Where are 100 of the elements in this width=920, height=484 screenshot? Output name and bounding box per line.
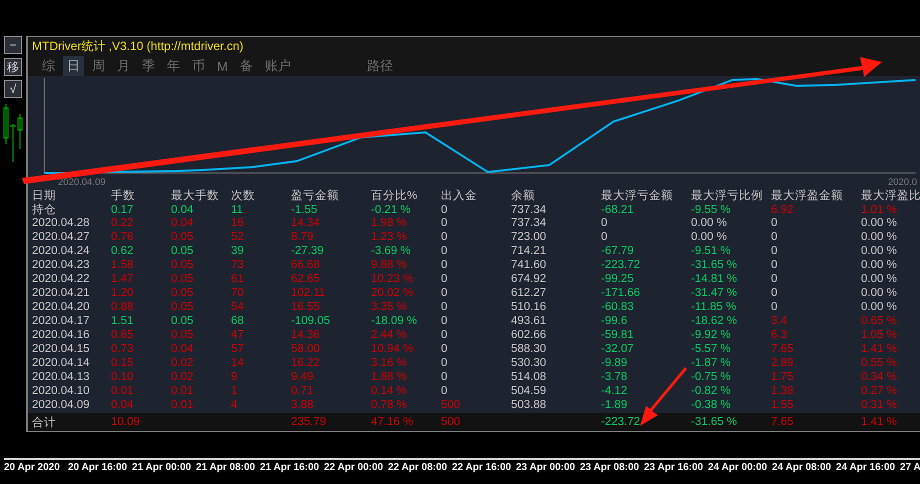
table-cell-text: 0	[441, 245, 448, 257]
table-cell-text: 0	[771, 231, 778, 243]
tab[interactable]: M	[213, 58, 232, 74]
table-cell-text: 58.00	[291, 343, 321, 355]
column-header: 余额	[511, 188, 536, 203]
tab[interactable]: 综	[38, 56, 59, 76]
side-button[interactable]: 移	[4, 58, 22, 76]
table-cell-text: -1.89	[601, 399, 628, 411]
tab[interactable]: 月	[113, 56, 134, 76]
table-cell-text: 0	[441, 287, 448, 299]
table-cell-text: -1.87 %	[691, 357, 732, 369]
table-cell-text: 1.01 %	[861, 204, 898, 216]
table-cell-text: 0.04	[171, 217, 194, 229]
table-cell-text: 503.88	[511, 399, 548, 411]
table-cell-text: 0.10	[111, 371, 134, 383]
table-cell-text: -32.07	[601, 343, 635, 355]
table-cell-text: 0.65 %	[861, 315, 898, 327]
tab[interactable]: 币	[188, 56, 209, 76]
table-cell-text: 0.00 %	[861, 287, 898, 299]
table-cell-text: -31.47 %	[691, 287, 738, 299]
table-cell-text: 1.98 %	[371, 217, 408, 229]
table-cell-text: 70	[231, 287, 245, 299]
table-cell-text: 0	[441, 329, 448, 341]
table-cell-text: 102.11	[291, 287, 326, 299]
table-cell-text: -0.75 %	[691, 371, 732, 383]
table-cell-text: 39	[231, 245, 245, 257]
table-cell-text: 0.88	[111, 301, 134, 313]
table-cell-text: 68	[231, 315, 245, 327]
table-cell-text: 9	[231, 371, 238, 383]
table-cell-text: 1.58	[111, 259, 134, 271]
table-cell-text: 1	[231, 385, 238, 397]
table-cell-text: -18.09 %	[371, 315, 418, 327]
table-cell-text: 0.05	[171, 259, 194, 271]
table-cell-text: 0.05	[171, 273, 194, 285]
column-header: 次数	[231, 188, 256, 203]
tab[interactable]: 账户	[260, 56, 295, 76]
table-cell-text: 588.30	[511, 343, 548, 355]
tab[interactable]: 周	[88, 56, 109, 76]
table-cell-text: 20.02 %	[371, 287, 414, 299]
table-cell-text: -14.81 %	[691, 273, 738, 285]
time-label: 21 Apr 08:00	[196, 462, 256, 475]
table-cell-text: 0.00 %	[691, 231, 728, 243]
column-header: 日期	[32, 188, 57, 203]
tab[interactable]: 路径	[362, 56, 397, 76]
table-cell-text: 741.60	[511, 259, 548, 271]
table-cell-text: -0.21 %	[371, 204, 412, 216]
table-cell-text: 57	[231, 343, 245, 355]
table-cell-text: 0	[771, 273, 778, 285]
table-cell-text: 0.00 %	[861, 273, 898, 285]
tab[interactable]: 年	[163, 56, 184, 76]
table-cell-text: -9.92 %	[691, 329, 732, 341]
table-cell-text: 0.05	[171, 315, 194, 327]
total-cell-text: 1.41 %	[861, 416, 898, 428]
table-cell-text: 9.88 %	[371, 259, 408, 271]
table-cell-text: 3.4	[771, 315, 788, 327]
time-label: 22 Apr 00:00	[324, 462, 384, 475]
table-cell-text: 612.27	[511, 287, 548, 299]
table-cell-text: 0.55 %	[861, 357, 898, 369]
table-cell-text: 2020.04.17	[32, 315, 91, 327]
table-cell-text: 714.21	[511, 245, 548, 257]
table-cell-text: 0.00 %	[861, 231, 898, 243]
table-cell-text: -0.82 %	[691, 385, 732, 397]
window-title: MTDriver统计 ,V3.10 (http://mtdriver.cn)	[32, 38, 244, 55]
time-label: 22 Apr 16:00	[452, 462, 512, 475]
tab[interactable]: 日	[63, 56, 84, 76]
table-cell-text: 0.00 %	[861, 245, 898, 257]
side-button[interactable]: √	[4, 80, 22, 98]
table-cell-text: 0.05	[171, 287, 194, 299]
table-cell-text: 61	[231, 273, 245, 285]
table-cell-text: 4	[231, 399, 238, 411]
time-label: 23 Apr 16:00	[644, 462, 704, 475]
table-cell-text: 2020.04.13	[32, 371, 91, 383]
table-cell-text: -67.79	[601, 245, 635, 257]
table-cell-text: 47	[231, 329, 245, 341]
table-cell-text: -27.39	[291, 245, 325, 257]
table-cell-text: 3.16 %	[371, 357, 408, 369]
tab[interactable]: 季	[138, 56, 159, 76]
table-cell-text: 14	[231, 357, 245, 369]
table-cell-text: 2.44 %	[371, 329, 408, 341]
time-label: 22 Apr 08:00	[388, 462, 448, 475]
side-button[interactable]: −	[4, 36, 22, 54]
column-header: 手数	[111, 188, 136, 203]
time-label: 21 Apr 16:00	[260, 462, 320, 475]
table-cell-text: 0	[771, 245, 778, 257]
table-cell-text: 1.47	[111, 273, 134, 285]
table-cell-text: 0.17	[111, 204, 134, 216]
table-cell-text: 1.75	[771, 371, 794, 383]
table-cell-text: -11.85 %	[691, 301, 738, 313]
table-cell-text: 2.89	[771, 357, 794, 369]
table-cell-text: 1.23 %	[371, 231, 408, 243]
table-cell-text: 510.16	[511, 301, 548, 313]
table-cell-text: 0.34 %	[861, 371, 898, 383]
table-cell-text: 0.76	[111, 231, 134, 243]
column-header: 最大浮亏金额	[601, 188, 674, 203]
total-cell-text: 47.16 %	[371, 416, 414, 428]
tab[interactable]: 备	[236, 56, 257, 76]
column-header: 最大浮亏比例	[691, 188, 764, 203]
table-cell-text: 14.34	[291, 217, 321, 229]
total-cell-text: -223.72	[601, 416, 642, 428]
table-cell-text: 1.20	[111, 287, 134, 299]
